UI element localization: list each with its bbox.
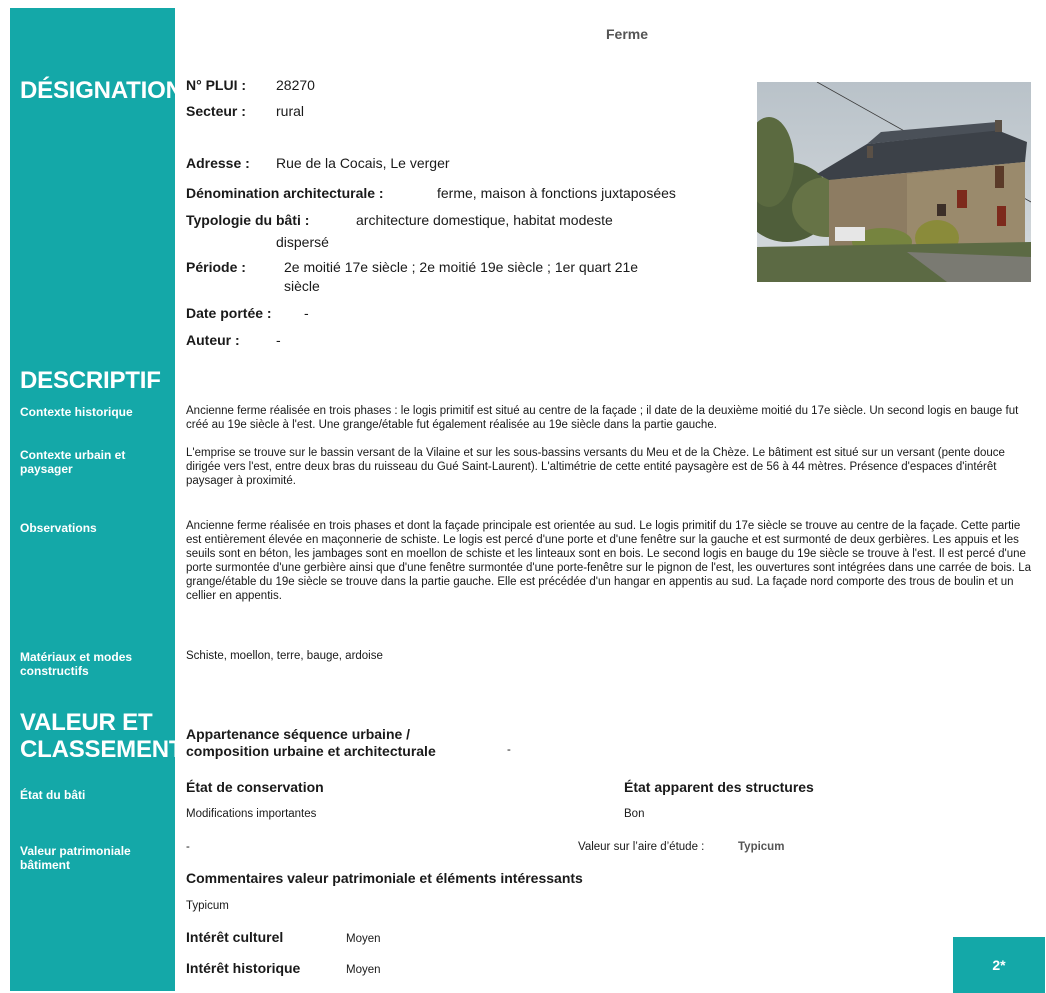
page-title: Ferme — [606, 26, 649, 42]
field-auteur-label: Auteur : — [186, 332, 240, 348]
field-secteur: Secteur : rural — [186, 103, 304, 119]
field-periode: Période : 2e moitié 17e siècle ; 2e moit… — [186, 259, 638, 294]
field-denomination: Dénomination architecturale : ferme, mai… — [186, 185, 676, 201]
value-interet-culturel: Moyen — [346, 933, 381, 945]
label-valeur-aire: Valeur sur l’aire d’étude : — [578, 841, 705, 853]
text-materiaux: Schiste, moellon, terre, bauge, ardoise — [186, 650, 383, 662]
label-commentaires: Commentaires valeur patrimoniale et élém… — [186, 870, 583, 886]
classification-badge: 2* — [953, 937, 1045, 993]
field-typologie-value-1: architecture domestique, habitat modeste — [356, 212, 613, 228]
field-secteur-value: rural — [276, 103, 305, 119]
label-etat-structures: État apparent des structures — [624, 779, 814, 795]
field-auteur-value: - — [276, 332, 281, 348]
value-etat-conservation: Modifications importantes — [186, 808, 317, 820]
label-appartenance: Appartenance séquence urbaine / composit… — [186, 726, 436, 760]
value-etat-structures: Bon — [624, 808, 645, 820]
field-date-label: Date portée : — [186, 305, 272, 321]
value-appartenance: - — [507, 744, 511, 756]
text-contexte-urbain: L'emprise se trouve sur le bassin versan… — [186, 447, 1005, 487]
field-date-value: - — [304, 305, 309, 321]
building-photo — [757, 82, 1031, 282]
field-denomination-value: ferme, maison à fonctions juxtaposées — [437, 185, 676, 201]
field-plui-value: 28270 — [276, 77, 315, 93]
field-plui: N° PLUI : 28270 — [186, 77, 315, 93]
text-observations: Ancienne ferme réalisée en trois phases … — [186, 520, 1031, 602]
label-interet-culturel: Intérêt culturel — [186, 929, 284, 945]
field-date-portee: Date portée : - — [186, 305, 309, 321]
field-secteur-label: Secteur : — [186, 103, 246, 119]
field-periode-value-1: 2e moitié 17e siècle ; 2e moitié 19e siè… — [284, 259, 639, 275]
field-adresse: Adresse : Rue de la Cocais, Le verger — [186, 155, 450, 171]
field-plui-label: N° PLUI : — [186, 77, 247, 93]
value-valeur-aire: Typicum — [738, 841, 785, 853]
label-etat-conservation: État de conservation — [186, 779, 324, 795]
value-commentaires: Typicum — [186, 900, 229, 912]
field-periode-value-2: siècle — [284, 278, 320, 294]
field-adresse-label: Adresse : — [186, 155, 250, 171]
field-adresse-value: Rue de la Cocais, Le verger — [276, 155, 450, 171]
field-auteur: Auteur : - — [186, 332, 281, 348]
text-contexte-historique: Ancienne ferme réalisée en trois phases … — [186, 405, 1019, 431]
field-periode-label: Période : — [186, 259, 246, 275]
label-appartenance-line1: Appartenance séquence urbaine / — [186, 726, 411, 742]
main-content: Ferme N° PLUI : 28270 Secteur : rural Ad… — [0, 0, 1046, 993]
field-typologie-label: Typologie du bâti : — [186, 212, 310, 228]
field-typologie-value-2: dispersé — [276, 234, 329, 250]
value-interet-historique: Moyen — [346, 964, 381, 976]
label-interet-historique: Intérêt historique — [186, 960, 301, 976]
field-typologie: Typologie du bâti : architecture domesti… — [186, 212, 613, 250]
value-valeur-patrimoniale: - — [186, 841, 190, 853]
label-appartenance-line2: composition urbaine et architecturale — [186, 743, 436, 759]
field-denomination-label: Dénomination architecturale : — [186, 185, 384, 201]
